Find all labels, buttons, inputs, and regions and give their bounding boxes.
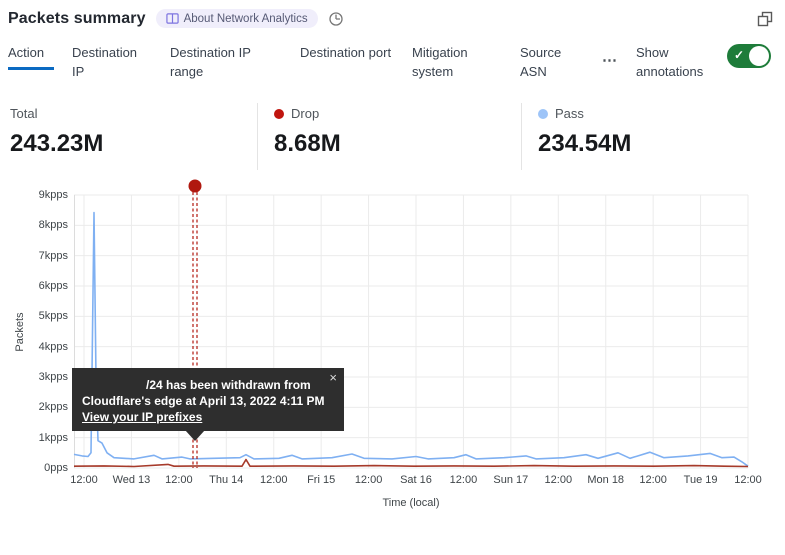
tab-destination-ip-range[interactable]: Destination IP range bbox=[170, 43, 282, 86]
y-tick-label: 5kpps bbox=[0, 309, 68, 323]
drop-legend-dot bbox=[274, 109, 284, 119]
tooltip-line1: /24 has been withdrawn from bbox=[82, 377, 334, 393]
stat-total: Total 243.23M bbox=[10, 103, 257, 170]
clock-glyph bbox=[328, 11, 344, 27]
tab-label: Destination port bbox=[300, 45, 391, 60]
annotation-marker-dot[interactable] bbox=[189, 180, 202, 193]
stat-pass: Pass 234.54M bbox=[521, 103, 785, 170]
y-tick-label: 8kpps bbox=[0, 218, 68, 232]
stat-value: 243.23M bbox=[10, 130, 257, 158]
stat-drop: Drop 8.68M bbox=[257, 103, 521, 170]
y-tick-label: 7kpps bbox=[0, 249, 68, 263]
more-tabs-icon[interactable]: ⋯ bbox=[602, 53, 618, 68]
show-annotations-label: Show annotations bbox=[636, 43, 718, 81]
page-title: Packets summary bbox=[8, 10, 146, 28]
stat-label: Total bbox=[10, 106, 37, 121]
toggle-knob bbox=[749, 46, 769, 66]
book-icon bbox=[166, 12, 179, 25]
tab-label: Mitigation system bbox=[412, 45, 468, 79]
tab-label: Source ASN bbox=[520, 45, 561, 79]
show-annotations-toggle[interactable]: ✓ bbox=[727, 44, 771, 68]
y-tick-label: 3kpps bbox=[0, 370, 68, 384]
y-axis-title: Packets bbox=[14, 302, 28, 362]
stat-label: Drop bbox=[291, 106, 319, 121]
tab-label: Destination IP bbox=[72, 45, 137, 79]
x-axis-title: Time (local) bbox=[74, 497, 748, 509]
stat-label: Pass bbox=[555, 106, 584, 121]
tab-destination-ip[interactable]: Destination IP bbox=[72, 43, 152, 86]
y-tick-label: 0pps bbox=[0, 461, 68, 475]
y-tick-label: 4kpps bbox=[0, 340, 68, 354]
packets-chart: 9kpps 8kpps 7kpps 6kpps 5kpps 4kpps 3kpps 2kpps… bbox=[0, 170, 785, 520]
tab-label: Action bbox=[8, 45, 44, 60]
header: Packets summary About Network Analytics bbox=[0, 0, 785, 28]
y-tick-label: 6kpps bbox=[0, 279, 68, 293]
series-line-drop bbox=[74, 460, 748, 467]
time-icon[interactable] bbox=[328, 11, 344, 27]
tooltip-line2: Cloudflare's edge at April 13, 2022 4:11… bbox=[82, 393, 334, 409]
toggle-check-icon: ✓ bbox=[734, 48, 744, 62]
about-network-analytics-badge[interactable]: About Network Analytics bbox=[156, 9, 318, 28]
y-tick-label: 1kpps bbox=[0, 431, 68, 445]
y-tick-label: 9kpps bbox=[0, 188, 68, 202]
tab-mitigation-system[interactable]: Mitigation system bbox=[412, 43, 502, 86]
overlap-squares-glyph bbox=[757, 11, 773, 27]
tab-source-asn[interactable]: Source ASN bbox=[520, 43, 578, 86]
tab-action[interactable]: Action bbox=[8, 43, 54, 70]
about-badge-label: About Network Analytics bbox=[184, 13, 308, 25]
stat-value: 8.68M bbox=[274, 130, 521, 158]
tab-label: Destination IP range bbox=[170, 45, 251, 79]
annotation-tooltip: × /24 has been withdrawn from Cloudflare… bbox=[72, 368, 344, 431]
close-icon[interactable]: × bbox=[329, 371, 337, 384]
tooltip-arrow bbox=[185, 430, 205, 441]
y-tick-label: 2kpps bbox=[0, 400, 68, 414]
x-tick-label: 12:00 bbox=[715, 474, 781, 486]
expand-panel-icon[interactable] bbox=[757, 11, 773, 27]
view-ip-prefixes-link[interactable]: View your IP prefixes bbox=[82, 410, 202, 424]
tab-bar: Action Destination IP Destination IP range… bbox=[0, 43, 785, 86]
stat-value: 234.54M bbox=[538, 130, 785, 158]
tab-destination-port[interactable]: Destination port bbox=[300, 43, 394, 67]
stats-row: Total 243.23M Drop 8.68M Pass 234.54M bbox=[0, 103, 785, 170]
pass-legend-dot bbox=[538, 109, 548, 119]
